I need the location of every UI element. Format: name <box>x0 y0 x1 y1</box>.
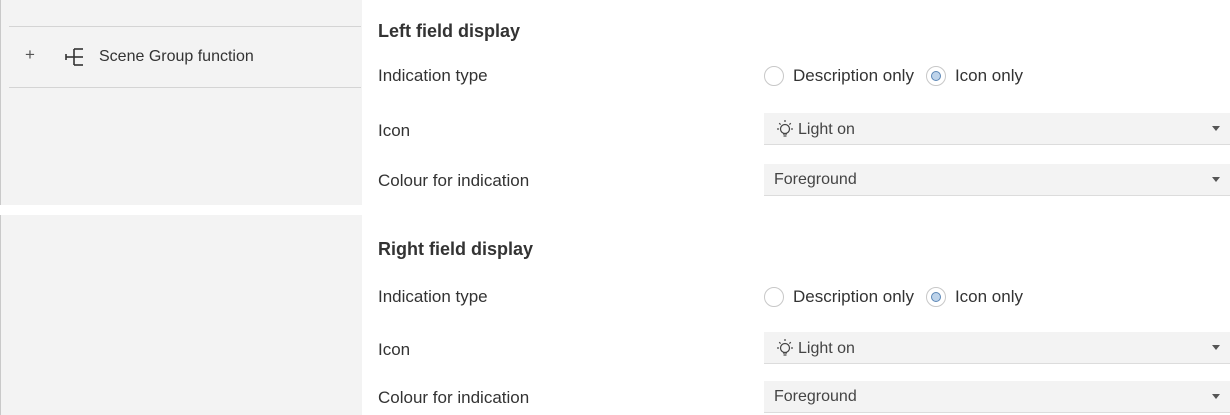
section-heading: Right field display <box>378 239 534 259</box>
radio-description-only[interactable]: Description only <box>764 66 914 86</box>
expand-icon[interactable]: + <box>25 45 35 65</box>
radio-circle[interactable] <box>764 287 784 307</box>
radio-circle-selected[interactable] <box>925 66 946 86</box>
light-bulb-icon <box>777 120 793 137</box>
dropdown-value: Light on <box>774 119 855 141</box>
colour-label: Colour for indication <box>378 388 530 407</box>
colour-dropdown[interactable]: Foreground <box>764 381 1230 413</box>
chevron-down-icon <box>1212 345 1220 350</box>
left-field-panel: + Scene Group function Left field displa… <box>0 0 1230 205</box>
sidebar: + Scene Group function <box>0 0 362 205</box>
icon-label: Icon <box>378 121 411 140</box>
radio-label: Description only <box>793 66 914 85</box>
indication-type-radio-group: Description only Icon only <box>764 64 1035 88</box>
dropdown-value-text: Foreground <box>774 388 857 405</box>
dropdown-value-text: Light on <box>798 340 855 357</box>
colour-dropdown[interactable]: Foreground <box>764 164 1230 196</box>
tree-branch-icon <box>65 48 83 66</box>
dropdown-value-text: Light on <box>798 121 855 138</box>
chevron-down-icon <box>1212 126 1220 131</box>
right-field-panel: Right field display Indication type Desc… <box>0 215 1230 415</box>
dropdown-value-text: Foreground <box>774 171 857 188</box>
radio-circle-selected[interactable] <box>925 287 946 307</box>
colour-label: Colour for indication <box>378 171 530 190</box>
icon-dropdown[interactable]: Light on <box>764 332 1230 364</box>
light-bulb-icon <box>777 339 793 356</box>
radio-label: Icon only <box>954 66 1023 85</box>
indication-type-label: Indication type <box>378 66 488 85</box>
radio-label: Icon only <box>954 287 1023 306</box>
icon-dropdown[interactable]: Light on <box>764 113 1230 145</box>
indication-type-radio-group: Description only Icon only <box>764 285 1035 309</box>
radio-label: Description only <box>793 287 914 306</box>
radio-description-only[interactable]: Description only <box>764 287 914 307</box>
sidebar-item-scene-group-function[interactable]: + Scene Group function <box>9 26 361 88</box>
chevron-down-icon <box>1212 394 1220 399</box>
sidebar <box>0 215 362 415</box>
radio-icon-only[interactable]: Icon only <box>925 287 1023 307</box>
section-heading: Left field display <box>378 21 521 41</box>
radio-icon-only[interactable]: Icon only <box>925 66 1023 86</box>
dropdown-value: Foreground <box>774 387 857 407</box>
indication-type-label: Indication type <box>378 287 488 306</box>
sidebar-item-label: Scene Group function <box>99 48 254 65</box>
radio-circle[interactable] <box>764 66 784 86</box>
dropdown-value: Light on <box>774 338 855 360</box>
icon-label: Icon <box>378 340 411 359</box>
chevron-down-icon <box>1212 177 1220 182</box>
dropdown-value: Foreground <box>774 170 857 190</box>
